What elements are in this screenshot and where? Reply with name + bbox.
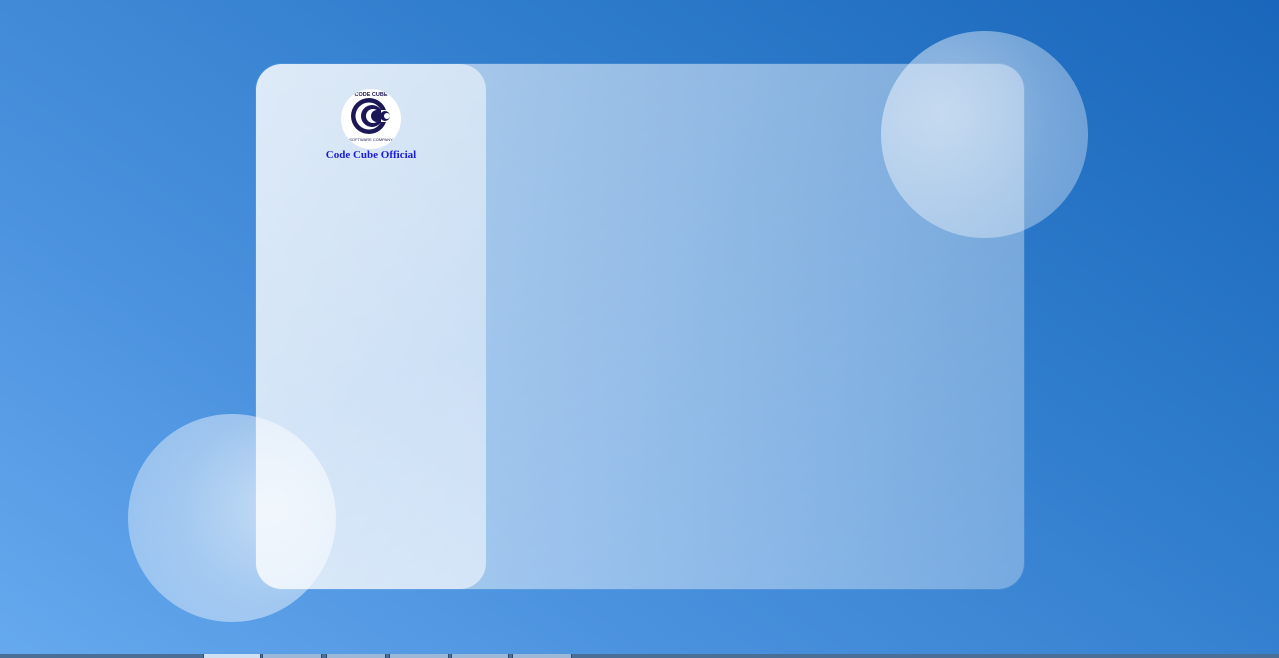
- taskbar-tab[interactable]: [451, 654, 509, 658]
- taskbar-tab[interactable]: [512, 654, 572, 658]
- brand-name[interactable]: Code Cube Official: [256, 149, 486, 161]
- code-cube-logo-icon[interactable]: CODE CUBE SOFTWARE COMPANY: [341, 89, 401, 149]
- glass-panel: CODE CUBE SOFTWARE COMPANY Code Cube Off…: [256, 64, 1024, 589]
- taskbar-tab[interactable]: [326, 654, 386, 658]
- taskbar-tab[interactable]: [262, 654, 322, 658]
- taskbar-tab[interactable]: [203, 654, 261, 658]
- sidebar: CODE CUBE SOFTWARE COMPANY Code Cube Off…: [256, 64, 486, 589]
- taskbar-tab[interactable]: [389, 654, 449, 658]
- taskbar: [0, 654, 1279, 658]
- logo-top-text: CODE CUBE: [354, 92, 387, 98]
- logo-bottom-text: SOFTWARE COMPANY: [349, 137, 393, 142]
